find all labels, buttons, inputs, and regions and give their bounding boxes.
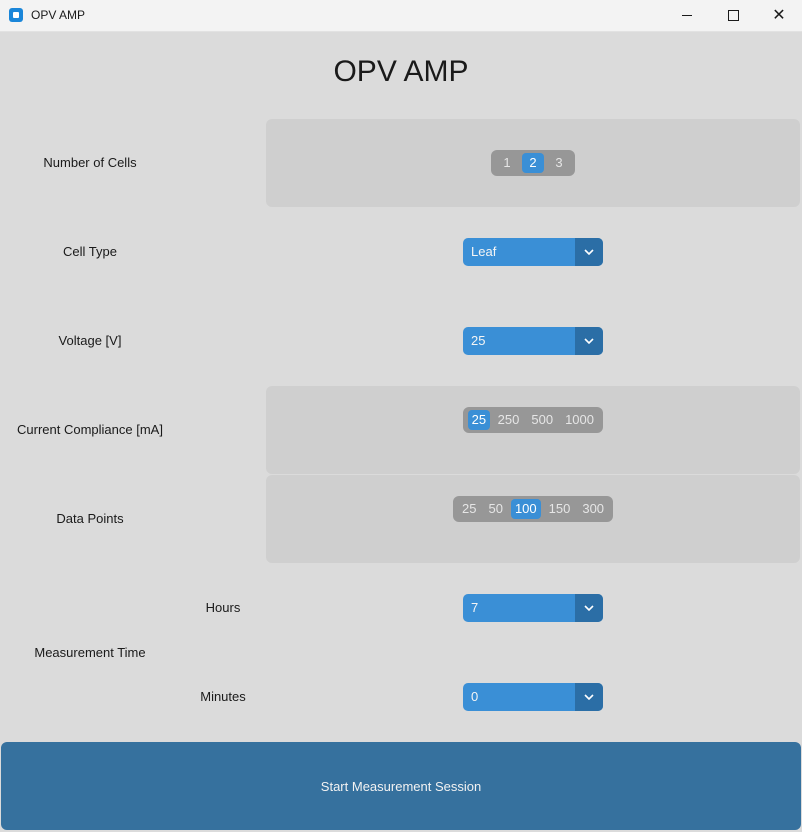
start-measurement-label: Start Measurement Session [320, 778, 482, 794]
chevron-down-icon[interactable] [575, 594, 603, 622]
data-points-selector: 25 50 100 150 300 [453, 496, 613, 522]
cells-option-3[interactable]: 3 [548, 153, 570, 173]
current-option-1000[interactable]: 1000 [561, 410, 598, 430]
chevron-down-icon[interactable] [575, 683, 603, 711]
hours-value: 7 [471, 600, 479, 615]
minutes-dropdown[interactable]: 0 [463, 683, 603, 711]
data-points-label: Data Points [56, 511, 124, 526]
minimize-icon [682, 15, 692, 16]
page-title: OPV AMP [333, 55, 469, 88]
hours-label: Hours [205, 600, 241, 615]
number-of-cells-selector: 1 2 3 [491, 150, 575, 176]
minutes-value: 0 [471, 689, 479, 704]
window-title: OPV AMP [31, 8, 86, 22]
data-points-option-50[interactable]: 50 [484, 499, 506, 519]
current-compliance-selector: 25 250 500 1000 [463, 407, 603, 433]
voltage-dropdown[interactable]: 25 [463, 327, 603, 355]
cells-option-2[interactable]: 2 [522, 153, 544, 173]
chevron-down-icon[interactable] [575, 238, 603, 266]
maximize-icon [727, 10, 739, 21]
close-icon: ✕ [772, 6, 786, 24]
current-option-25[interactable]: 25 [468, 410, 490, 430]
cells-option-1[interactable]: 1 [496, 153, 518, 173]
chevron-down-icon[interactable] [575, 327, 603, 355]
app-icon [9, 8, 23, 22]
data-points-option-100[interactable]: 100 [510, 499, 541, 519]
cell-type-value: Leaf [471, 244, 497, 259]
data-points-option-300[interactable]: 300 [578, 499, 608, 519]
maximize-button[interactable] [710, 0, 756, 31]
start-measurement-button[interactable]: Start Measurement Session [1, 742, 801, 830]
voltage-value: 25 [471, 333, 486, 348]
current-option-250[interactable]: 250 [494, 410, 524, 430]
cell-type-label: Cell Type [63, 244, 117, 259]
number-of-cells-label: Number of Cells [43, 155, 137, 170]
voltage-label: Voltage [V] [58, 333, 122, 348]
minutes-label: Minutes [200, 689, 246, 704]
current-option-500[interactable]: 500 [527, 410, 557, 430]
data-points-option-25[interactable]: 25 [458, 499, 480, 519]
hours-dropdown[interactable]: 7 [463, 594, 603, 622]
current-compliance-label: Current Compliance [mA] [17, 422, 163, 437]
cell-type-dropdown[interactable]: Leaf [463, 238, 603, 266]
measurement-time-label: Measurement Time [34, 645, 146, 660]
data-points-option-150[interactable]: 150 [545, 499, 575, 519]
minimize-button[interactable] [664, 0, 710, 31]
close-button[interactable]: ✕ [756, 0, 802, 31]
title-bar: OPV AMP ✕ [0, 0, 802, 32]
